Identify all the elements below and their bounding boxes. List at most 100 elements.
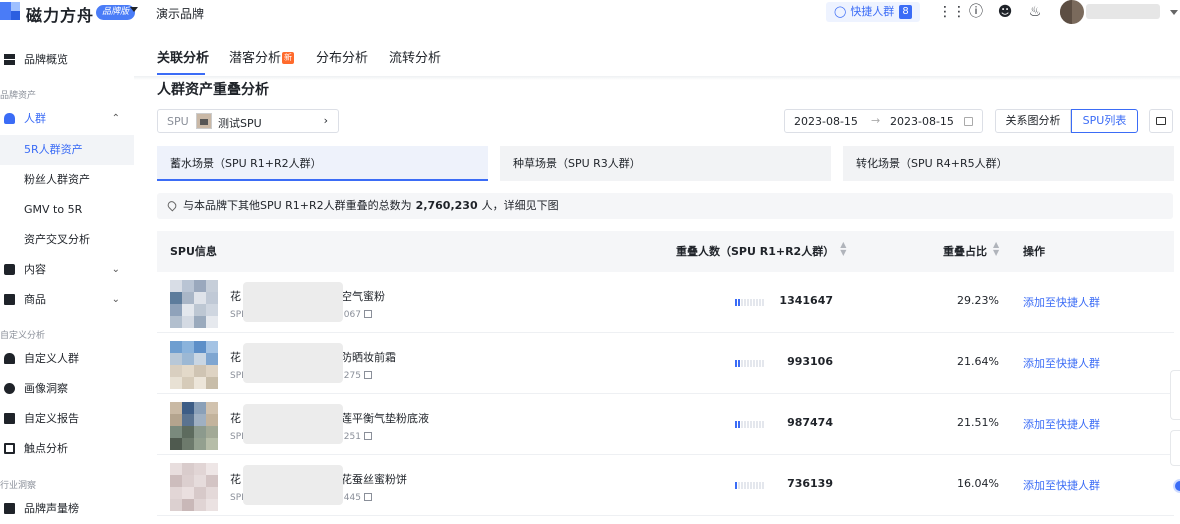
blurred-product-info (243, 282, 343, 322)
sidebar-item-audience[interactable]: 人群 ⌃ (0, 104, 134, 134)
overlap-ratio: 21.64% (957, 355, 999, 368)
table-row: 花 花蚕丝蜜粉饼 SPI 445 736139 16.04% 添加至快捷人群 (157, 455, 1174, 516)
overlap-ratio: 29.23% (957, 294, 999, 307)
tab-distribution[interactable]: 分布分析 (316, 47, 368, 66)
product-thumbnail[interactable] (170, 341, 218, 389)
download-icon (1156, 117, 1166, 125)
header-overlap-count[interactable]: 重叠人数（SPU R1+R2人群） ▲ ▼ (676, 231, 846, 272)
add-to-quick-audience-link[interactable]: 添加至快捷人群 (1023, 477, 1100, 493)
add-to-quick-audience-link[interactable]: 添加至快捷人群 (1023, 355, 1100, 371)
copy-icon[interactable] (363, 310, 372, 318)
overlap-level-bar (735, 482, 767, 490)
product-id-prefix: SPI (230, 371, 244, 381)
table-row: 花 空气蜜粉 SPI 067 1341647 29.23% 添加至快捷人群 (157, 272, 1174, 333)
scene-tab-seeding[interactable]: 种草场景（SPU R3人群） (500, 146, 831, 181)
tab-flow[interactable]: 流转分析 (389, 47, 441, 66)
quick-audience-label: 快捷人群 (850, 5, 895, 18)
copy-icon[interactable] (363, 493, 372, 501)
product-name-end: 花蚕丝蜜粉饼 (341, 473, 407, 486)
side-float-tab[interactable] (1170, 430, 1180, 466)
spu-thumbnail (196, 113, 212, 129)
sidebar-item-custom-audience[interactable]: 自定义人群 (0, 344, 134, 374)
sidebar-item-goods[interactable]: 商品 ⌄ (0, 285, 134, 315)
tab-label: 分布分析 (316, 51, 369, 66)
bell-icon[interactable]: ♨ (1026, 3, 1044, 21)
sidebar-item-label: 资产交叉分析 (24, 233, 90, 246)
apps-grid-icon[interactable]: ⋮⋮ (938, 3, 966, 21)
avatar[interactable] (1060, 0, 1084, 24)
tab-association[interactable]: 关联分析 (157, 47, 209, 66)
tab-label: 流转分析 (389, 51, 442, 66)
logo-icon[interactable] (0, 2, 20, 20)
sidebar-item-content[interactable]: 内容 ⌄ (0, 255, 134, 285)
header-overlap-ratio[interactable]: 重叠占比 ▲ ▼ (943, 231, 999, 272)
product-name-start: 花 (230, 412, 241, 425)
export-button[interactable] (1149, 109, 1173, 133)
sidebar-item-touchpoint[interactable]: 触点分析 (0, 434, 134, 464)
sidebar-section-custom-analysis: 自定义分析 (0, 331, 46, 341)
username-blurred[interactable] (1086, 4, 1160, 19)
overlap-ratio: 16.04% (957, 477, 999, 490)
chevron-down-icon: ⌄ (111, 264, 120, 275)
side-float-tab[interactable] (1170, 370, 1180, 420)
tab-active-indicator (157, 73, 205, 75)
chevron-down-icon: ⌄ (111, 294, 120, 305)
sidebar-item-5r-assets[interactable]: 5R人群资产 (0, 135, 134, 165)
content-icon (4, 264, 15, 275)
product-id-prefix: SPI (230, 493, 244, 503)
product-name-end: 莲平衡气垫粉底液 (341, 412, 429, 425)
product-thumbnail[interactable] (170, 463, 218, 511)
portrait-icon (4, 383, 15, 394)
spu-list-button[interactable]: SPU列表 (1071, 109, 1138, 133)
scene-tab-reservoir[interactable]: 蓄水场景（SPU R1+R2人群） (157, 146, 488, 181)
overlap-summary: 与本品牌下其他SPU R1+R2人群重叠的总数为 2,760,230 人，详细见下图 (157, 193, 1173, 219)
logo-text[interactable]: 磁力方舟 (26, 2, 94, 26)
sidebar-item-label: 商品 (24, 293, 46, 306)
sidebar-item-label: 自定义人群 (24, 352, 79, 365)
header-label: 重叠占比 (943, 245, 987, 258)
sidebar-item-label: 自定义报告 (24, 412, 79, 425)
copy-icon[interactable] (363, 371, 372, 379)
overlap-count: 1341647 (779, 294, 833, 307)
scene-tab-conversion[interactable]: 转化场景（SPU R4+R5人群） (843, 146, 1174, 181)
chevron-up-icon: ⌃ (111, 113, 120, 124)
spu-select[interactable]: SPU 测试SPU › (157, 109, 339, 133)
copy-icon[interactable] (363, 432, 372, 440)
sidebar-item-custom-report[interactable]: 自定义报告 (0, 404, 134, 434)
touchpoint-icon (4, 443, 15, 454)
chevron-down-icon[interactable] (1170, 10, 1178, 15)
product-name-start: 花 (230, 473, 241, 486)
account-icon[interactable]: ☻ (996, 3, 1014, 21)
overlap-level-bar (735, 299, 767, 307)
header-spu-info: SPU信息 (170, 245, 217, 258)
table-header: SPU信息 重叠人数（SPU R1+R2人群） ▲ ▼ 重叠占比 ▲ ▼ 操作 (157, 231, 1174, 272)
sort-icon[interactable]: ▲ ▼ (840, 241, 846, 257)
assistant-bubble-icon[interactable] (1173, 479, 1180, 493)
product-name-start: 花 (230, 351, 241, 364)
chevron-down-icon[interactable] (130, 7, 138, 12)
sidebar-item-fan-assets[interactable]: 粉丝人群资产 (0, 165, 134, 195)
product-thumbnail[interactable] (170, 280, 218, 328)
product-id-suffix: 251 (343, 432, 361, 442)
sidebar-item-brand-overview[interactable]: 品牌概览 (0, 45, 134, 75)
relation-graph-button[interactable]: 关系图分析 (995, 109, 1071, 133)
notice-total: 2,760,230 (415, 199, 478, 212)
overlap-level-bar (735, 421, 767, 429)
quick-audience-button[interactable]: ◯ 快捷人群 8 (826, 2, 920, 22)
date-end[interactable]: 2023-08-15 (890, 115, 954, 128)
sidebar-item-gmv-to-5r[interactable]: GMV to 5R (0, 195, 134, 225)
tab-potential[interactable]: 潜客分析新 (229, 47, 295, 66)
help-icon[interactable]: ⓘ (967, 3, 985, 21)
sidebar-item-label: 品牌概览 (24, 53, 68, 66)
date-range-picker[interactable]: 2023-08-15 → 2023-08-15 (784, 109, 983, 133)
table-row: 花 莲平衡气垫粉底液 SPI 251 987474 21.51% 添加至快捷人群 (157, 394, 1174, 455)
add-to-quick-audience-link[interactable]: 添加至快捷人群 (1023, 416, 1100, 432)
sidebar-item-cross-analysis[interactable]: 资产交叉分析 (0, 225, 134, 255)
add-to-quick-audience-link[interactable]: 添加至快捷人群 (1023, 294, 1100, 310)
overlap-ratio: 21.51% (957, 416, 999, 429)
sort-icon[interactable]: ▲ ▼ (993, 241, 999, 257)
date-start[interactable]: 2023-08-15 (794, 115, 858, 128)
brand-name[interactable]: 演示品牌 (156, 5, 204, 22)
product-thumbnail[interactable] (170, 402, 218, 450)
sidebar-item-portrait[interactable]: 画像洞察 (0, 374, 134, 404)
